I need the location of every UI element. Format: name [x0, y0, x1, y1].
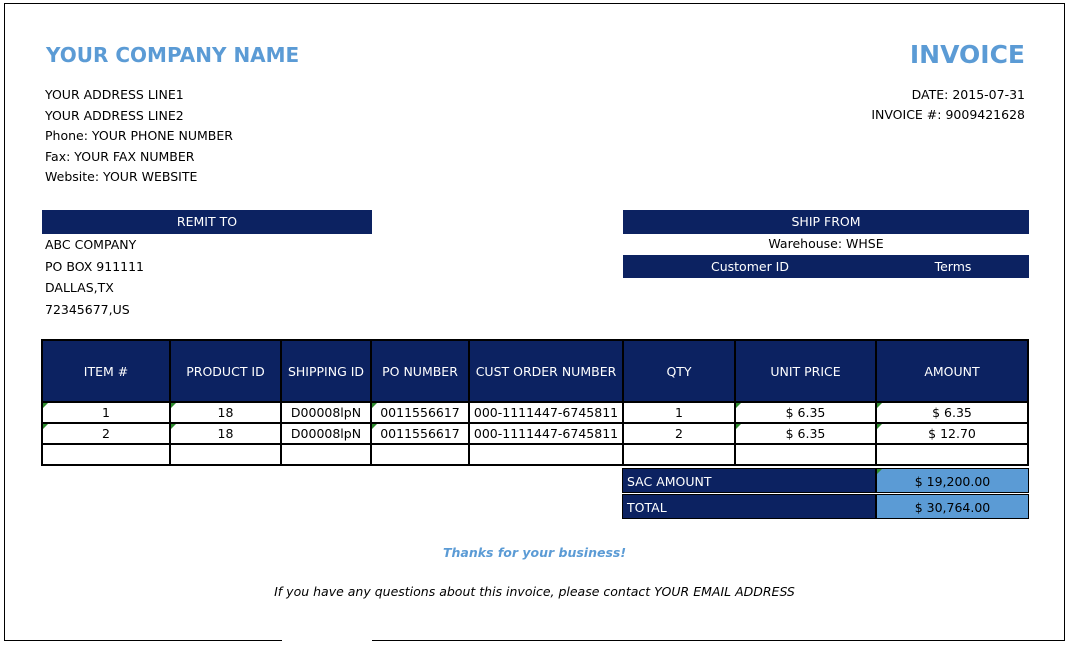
col-product-id: PRODUCT ID	[169, 339, 282, 403]
contact-message: If you have any questions about this inv…	[274, 584, 795, 599]
col-item: ITEM #	[41, 339, 171, 403]
invoice-date: DATE: 2015-07-31	[911, 87, 1025, 102]
sac-amount-label: SAC AMOUNT	[622, 468, 876, 493]
col-amount: AMOUNT	[875, 339, 1029, 403]
invoice-title: INVOICE	[909, 40, 1025, 69]
ship-from-header: SHIP FROM	[623, 210, 1029, 234]
cell-shipping-id: D00008lpN	[280, 422, 372, 445]
bottom-divider	[282, 640, 372, 642]
cell-qty	[622, 443, 736, 466]
cell-shipping-id: D00008lpN	[280, 401, 372, 424]
cell-amount	[875, 443, 1029, 466]
col-unit-price: UNIT PRICE	[734, 339, 877, 403]
fax-line: Fax: YOUR FAX NUMBER	[45, 148, 195, 164]
table-row-empty	[41, 443, 1029, 466]
sac-amount-value: $ 19,200.00	[876, 468, 1029, 493]
col-po-number: PO NUMBER	[370, 339, 470, 403]
col-shipping-id: SHIPPING ID	[280, 339, 372, 403]
invoice-number: INVOICE #: 9009421628	[871, 107, 1025, 122]
total-value: $ 30,764.00	[876, 494, 1029, 519]
table-header-row: ITEM # PRODUCT ID SHIPPING ID PO NUMBER …	[41, 339, 1029, 403]
cell-unit-price: $ 6.35	[734, 422, 877, 445]
warehouse-label: Warehouse: WHSE	[768, 236, 884, 251]
col-qty: QTY	[622, 339, 736, 403]
cell-item	[41, 443, 171, 466]
cell-qty: 1	[622, 401, 736, 424]
company-address: YOUR ADDRESS LINE1 YOUR ADDRESS LINE2 Ph…	[45, 85, 233, 188]
cell-item: 2	[41, 422, 171, 445]
col-cust-order-number: CUST ORDER NUMBER	[468, 339, 624, 403]
remit-line-4: 72345677,US	[45, 301, 130, 317]
address-line-2: YOUR ADDRESS LINE2	[45, 107, 184, 123]
remit-line-3: DALLAS,TX	[45, 280, 114, 295]
cell-product-id	[169, 443, 282, 466]
phone-line: Phone: YOUR PHONE NUMBER	[45, 128, 233, 143]
remit-to-address: ABC COMPANY PO BOX 911111 DALLAS,TX 7234…	[45, 234, 144, 320]
website-line: Website: YOUR WEBSITE	[45, 169, 198, 184]
cell-unit-price: $ 6.35	[734, 401, 877, 424]
company-name: YOUR COMPANY NAME	[46, 43, 300, 67]
cell-product-id: 18	[169, 422, 282, 445]
cell-shipping-id	[280, 443, 372, 466]
cell-po-number: 0011556617	[370, 401, 470, 424]
address-line-1: YOUR ADDRESS LINE1	[45, 87, 184, 102]
table-row: 1 18 D00008lpN 0011556617 000-1111447-67…	[41, 401, 1029, 424]
cell-amount: $ 6.35	[875, 401, 1029, 424]
customer-terms-bar: Customer ID Terms	[623, 255, 1029, 278]
cell-unit-price	[734, 443, 877, 466]
cell-cust-order-number: 000-1111447-6745811	[468, 401, 624, 424]
terms-label: Terms	[934, 259, 972, 274]
line-items-table: ITEM # PRODUCT ID SHIPPING ID PO NUMBER …	[41, 339, 1029, 466]
remit-to-header: REMIT TO	[42, 210, 372, 234]
remit-line-1: ABC COMPANY	[45, 237, 137, 252]
cell-amount: $ 12.70	[875, 422, 1029, 445]
table-row: 2 18 D00008lpN 0011556617 000-1111447-67…	[41, 422, 1029, 445]
thanks-message: Thanks for your business!	[442, 545, 627, 560]
cell-cust-order-number: 000-1111447-6745811	[468, 422, 624, 445]
cell-po-number	[370, 443, 470, 466]
cell-po-number: 0011556617	[370, 422, 470, 445]
cell-item: 1	[41, 401, 171, 424]
cell-cust-order-number	[468, 443, 624, 466]
total-label: TOTAL	[622, 494, 876, 519]
cell-product-id: 18	[169, 401, 282, 424]
customer-id-label: Customer ID	[710, 259, 789, 274]
remit-line-2: PO BOX 911111	[45, 258, 144, 274]
invoice-meta: DATE: 2015-07-31 INVOICE #: 9009421628	[871, 85, 1025, 125]
cell-qty: 2	[622, 422, 736, 445]
